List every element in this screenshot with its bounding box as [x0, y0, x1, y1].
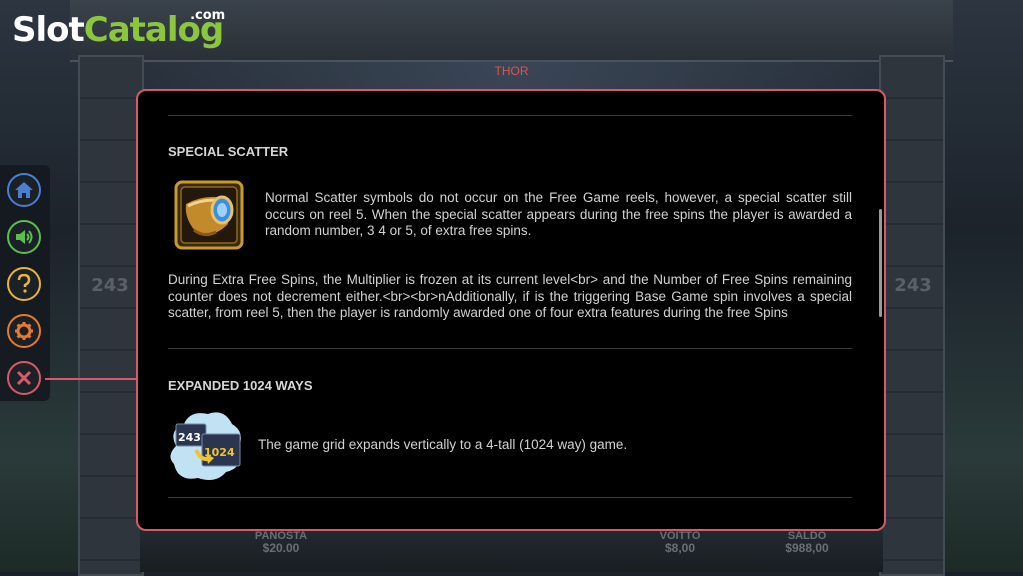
extra-free-spins-description: During Extra Free Spins, the Multiplier … — [168, 272, 852, 320]
close-icon — [16, 370, 32, 386]
ways-counter-right: 243 — [894, 274, 932, 296]
side-menu — [0, 165, 50, 401]
expanded-ways-description: The game grid expands vertically to a 4-… — [258, 437, 628, 452]
panel-scrollbar[interactable] — [879, 209, 882, 317]
badge-243: 243 — [178, 431, 201, 444]
help-icon — [17, 274, 31, 293]
special-scatter-description: Normal Scatter symbols do not occur on t… — [265, 190, 852, 238]
left-pillar — [78, 55, 144, 576]
logo-slot: Slot — [12, 10, 85, 50]
settings-button[interactable] — [7, 314, 41, 348]
top-divider — [168, 115, 852, 116]
logo-com: .com — [190, 8, 226, 23]
slotcatalog-logo: SlotCatalog .com — [12, 8, 226, 50]
home-icon — [15, 182, 33, 198]
badge-1024: 1024 — [204, 446, 235, 459]
special-scatter-title: SPECIAL SCATTER — [168, 144, 289, 159]
menu-connector-line — [45, 378, 137, 380]
balance-stat: SALDO $988,00 — [772, 530, 842, 554]
win-stat: VOITTO $8,00 — [645, 530, 715, 554]
paytable-panel[interactable]: SPECIAL SCATTER Normal Scatter symbols d… — [136, 89, 886, 531]
ways-counter-left: 243 — [91, 274, 129, 296]
game-title: THOR — [494, 64, 529, 78]
expanded-ways-icon: 243 1024 — [166, 406, 246, 486]
settings-icon — [15, 322, 33, 340]
win-value: $8,00 — [664, 541, 696, 555]
right-pillar — [879, 55, 945, 576]
middle-divider — [168, 348, 852, 349]
help-button[interactable] — [7, 267, 41, 301]
bet-value: $20.00 — [262, 541, 300, 555]
bet-stat: PANOSTA $20.00 — [246, 530, 316, 554]
balance-value: $988,00 — [785, 541, 829, 555]
bottom-divider — [168, 497, 852, 498]
home-button[interactable] — [7, 173, 41, 207]
sound-icon — [16, 230, 33, 244]
horn-scatter-icon — [174, 180, 244, 250]
expanded-ways-title: EXPANDED 1024 WAYS — [168, 378, 313, 393]
close-button[interactable] — [7, 361, 41, 395]
sound-button[interactable] — [7, 220, 41, 254]
